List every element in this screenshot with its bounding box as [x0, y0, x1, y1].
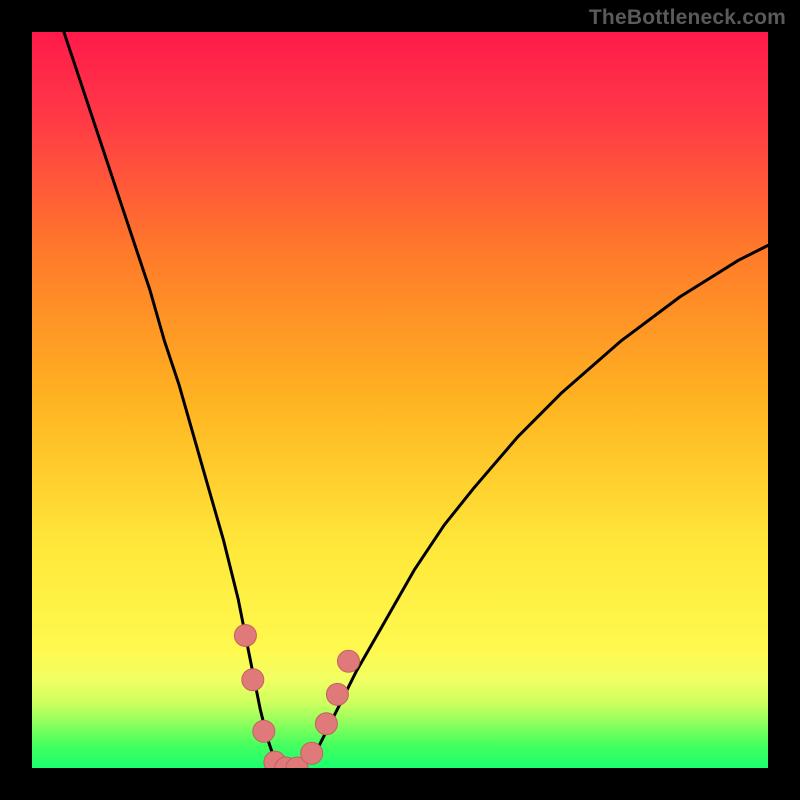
gradient-background [32, 32, 768, 768]
chart-frame: TheBottleneck.com [0, 0, 800, 800]
curve-marker [315, 713, 337, 735]
curve-marker [234, 625, 256, 647]
curve-marker [253, 720, 275, 742]
curve-marker [242, 669, 264, 691]
curve-marker [338, 650, 360, 672]
plot-area [32, 32, 768, 768]
curve-marker [326, 683, 348, 705]
watermark-text: TheBottleneck.com [589, 6, 786, 30]
chart-svg [32, 32, 768, 768]
curve-marker [301, 742, 323, 764]
